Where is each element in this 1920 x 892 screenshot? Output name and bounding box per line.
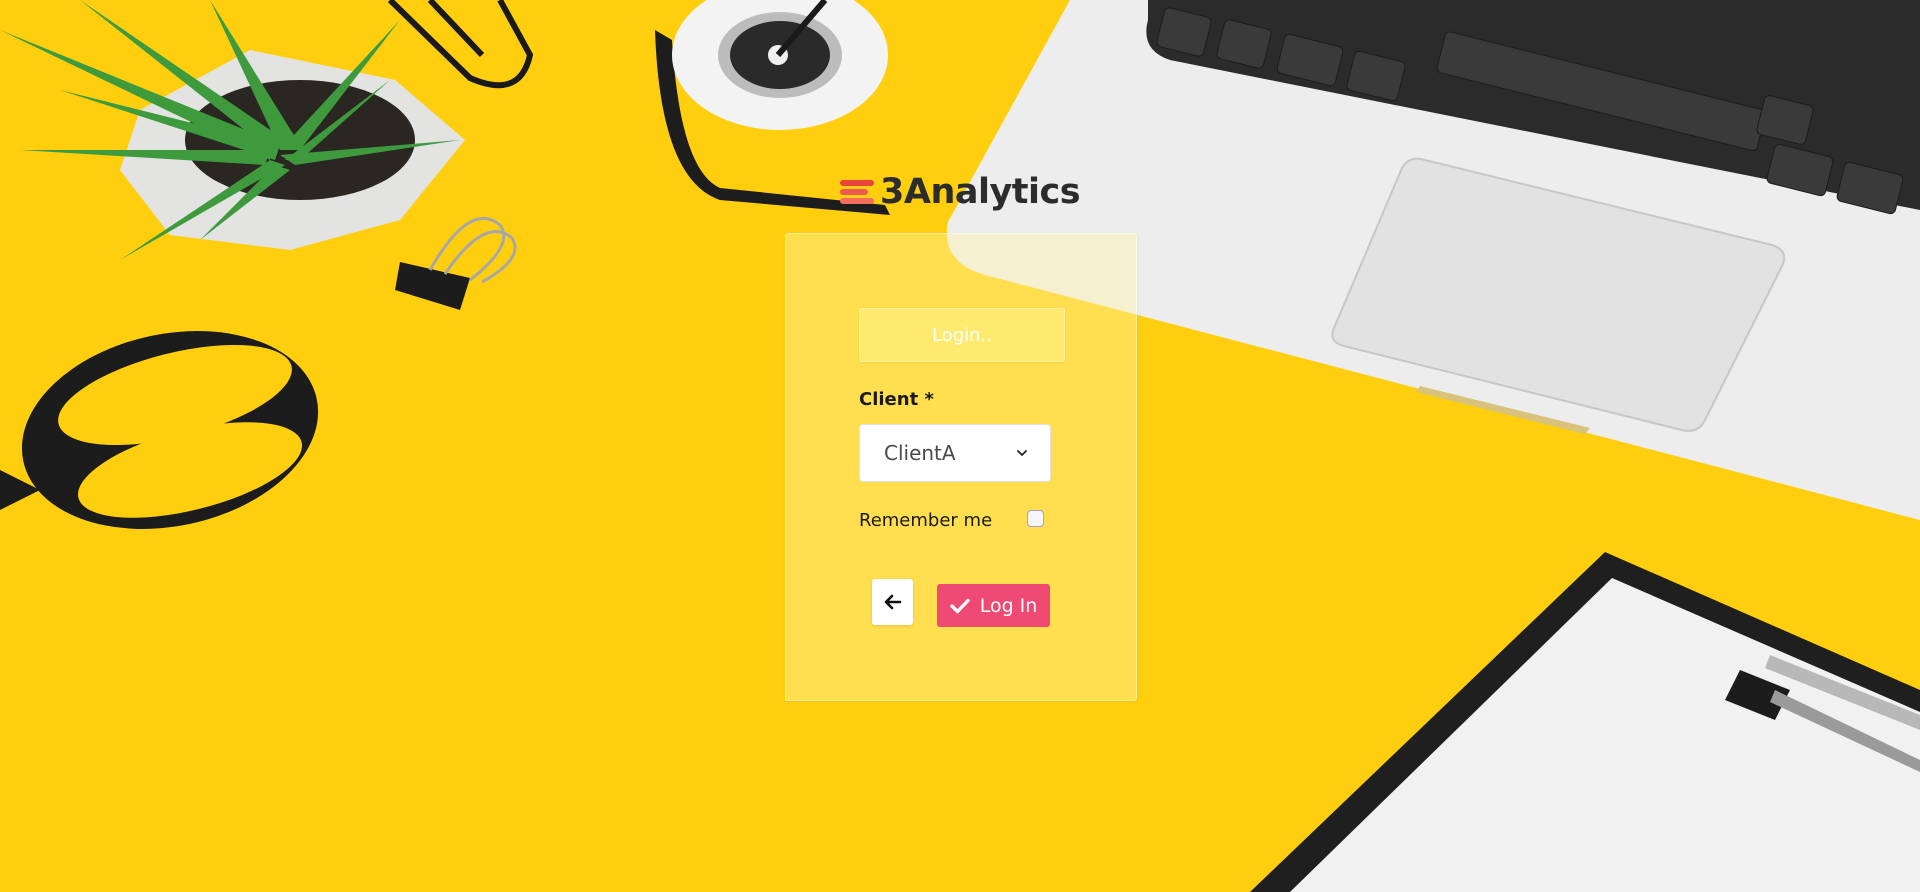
login-button-label: Log In xyxy=(979,594,1038,617)
logo-bars-icon xyxy=(840,178,876,206)
binder-clip-illustration xyxy=(395,216,517,310)
client-label: Client * xyxy=(859,389,934,410)
arrow-left-icon xyxy=(884,594,901,610)
brand-logo: 3Analytics xyxy=(840,172,1081,212)
remember-me-label: Remember me xyxy=(859,510,993,531)
plant-illustration xyxy=(0,0,465,260)
paperclip-illustration xyxy=(387,0,534,89)
login-card: Login.. Client * ClientA Remember me Log… xyxy=(785,233,1137,701)
chevron-down-icon xyxy=(1017,450,1027,456)
back-button[interactable] xyxy=(872,579,913,625)
login-button[interactable]: Log In xyxy=(937,584,1050,627)
brand-name: 3Analytics xyxy=(880,172,1081,212)
client-selected-value: ClientA xyxy=(884,441,956,465)
scissors-illustration xyxy=(0,331,319,529)
client-select[interactable]: ClientA xyxy=(859,424,1051,482)
remember-me-checkbox[interactable] xyxy=(1027,510,1044,527)
clipboard-illustration xyxy=(1250,552,1920,892)
login-header: Login.. xyxy=(859,308,1065,362)
check-icon xyxy=(949,598,970,613)
